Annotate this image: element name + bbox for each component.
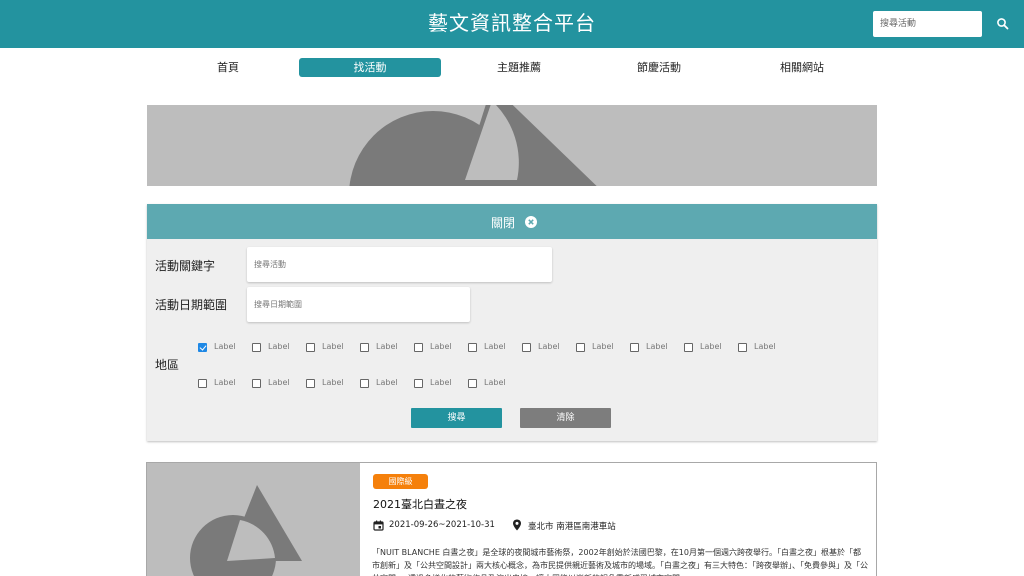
nav-item-find-events[interactable]: 找活動 — [299, 58, 441, 77]
panel-header[interactable]: 關閉 — [147, 204, 877, 239]
checkbox-icon[interactable] — [468, 379, 477, 388]
checkbox-icon[interactable] — [414, 343, 423, 352]
nav-item-festivals[interactable]: 節慶活動 — [588, 58, 730, 77]
image-placeholder-icon — [190, 485, 302, 576]
event-level-badge: 國際級 — [373, 474, 428, 489]
checkbox-icon[interactable] — [684, 343, 693, 352]
region-label: 地區 — [155, 358, 180, 372]
event-location: 臺北市 南港區南港車站 — [528, 522, 616, 532]
banner-image — [147, 105, 877, 186]
date-range-input[interactable]: 搜尋日期範圍 — [247, 287, 470, 322]
checkbox-icon[interactable] — [198, 379, 207, 388]
close-label[interactable]: 關閉 — [491, 214, 515, 231]
checkbox-icon[interactable] — [414, 379, 423, 388]
checkbox-icon[interactable] — [252, 343, 261, 352]
checkbox-icon[interactable] — [630, 343, 639, 352]
date-range-label: 活動日期範圍 — [155, 298, 228, 312]
checkbox-icon[interactable] — [360, 343, 369, 352]
location-pin-icon — [513, 519, 521, 531]
keyword-input[interactable]: 搜尋活動 — [247, 247, 552, 282]
top-bar: 藝文資訊整合平台 搜尋活動 — [0, 0, 1024, 48]
event-date-range: 2021-09-26~2021-10-31 — [389, 520, 495, 530]
clear-button[interactable]: 清除 — [520, 408, 611, 428]
checkbox-icon[interactable] — [360, 379, 369, 388]
nav-item-related-sites[interactable]: 相關網站 — [731, 58, 873, 77]
nav-item-home[interactable]: 首頁 — [157, 58, 299, 77]
close-icon[interactable] — [525, 216, 537, 228]
event-title[interactable]: 2021臺北白晝之夜 — [373, 496, 467, 512]
calendar-icon — [373, 520, 384, 531]
checkbox-icon[interactable] — [468, 343, 477, 352]
main-nav: 首頁 找活動 主題推薦 節慶活動 相關網站 — [0, 58, 1024, 78]
nav-item-themes[interactable]: 主題推薦 — [448, 58, 590, 77]
site-title: 藝文資訊整合平台 — [428, 11, 596, 35]
checkbox-icon[interactable] — [306, 379, 315, 388]
keyword-label: 活動關鍵字 — [155, 259, 216, 273]
search-button[interactable]: 搜尋 — [411, 408, 502, 428]
checkbox-icon[interactable] — [252, 379, 261, 388]
checkbox-icon[interactable] — [522, 343, 531, 352]
checkbox-checked-icon[interactable] — [198, 343, 207, 352]
checkbox-icon[interactable] — [576, 343, 585, 352]
header-search-input[interactable]: 搜尋活動 — [873, 11, 982, 37]
checkbox-icon[interactable] — [306, 343, 315, 352]
event-description: 「NUIT BLANCHE 白晝之夜」是全球的夜間城市藝術祭，2002年創始於法… — [372, 548, 868, 576]
checkbox-icon[interactable] — [738, 343, 747, 352]
search-icon[interactable] — [994, 15, 1012, 33]
event-image — [147, 463, 360, 576]
image-placeholder-icon — [349, 105, 597, 186]
search-filter-panel: 關閉 — [147, 204, 877, 441]
